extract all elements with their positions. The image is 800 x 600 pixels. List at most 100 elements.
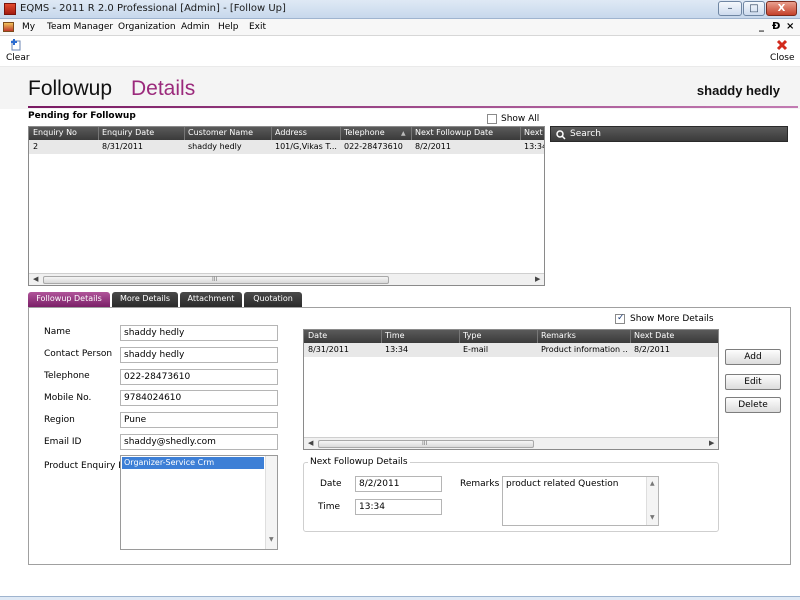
name-label: Name bbox=[44, 327, 71, 337]
region-label: Region bbox=[44, 415, 75, 425]
next-time-field[interactable]: 13:34 bbox=[355, 499, 442, 515]
add-button[interactable]: Add bbox=[725, 349, 781, 365]
col-remarks[interactable]: Remarks bbox=[541, 331, 576, 340]
next-date-field[interactable]: 8/2/2011 bbox=[355, 476, 442, 492]
mdi-close-button[interactable]: × bbox=[786, 21, 794, 32]
scroll-right-arrow-icon[interactable]: ▶ bbox=[535, 275, 540, 283]
col-address[interactable]: Address bbox=[275, 128, 307, 137]
pending-grid[interactable]: Enquiry No Enquiry Date Customer Name Ad… bbox=[28, 126, 545, 286]
scroll-grip-icon: III bbox=[422, 440, 428, 447]
cell-time: 13:34 bbox=[385, 345, 409, 354]
tab-quotation[interactable]: Quotation bbox=[244, 292, 302, 307]
remarks-text: product related Question bbox=[506, 479, 619, 489]
list-item[interactable]: Organizer-Service Crm bbox=[122, 457, 264, 469]
close-form-button[interactable]: Close bbox=[768, 38, 796, 66]
col-next-date[interactable]: Next Date bbox=[634, 331, 674, 340]
cell-next-date: 8/2/2011 bbox=[634, 345, 670, 354]
col-enquiry-no[interactable]: Enquiry No bbox=[33, 128, 77, 137]
window-bottom-border bbox=[0, 596, 800, 600]
name-field[interactable]: shaddy hedly bbox=[120, 325, 278, 341]
menu-organization[interactable]: Organization bbox=[118, 22, 176, 32]
close-window-button[interactable]: X bbox=[766, 1, 797, 16]
tab-followup-details[interactable]: Followup Details bbox=[28, 292, 110, 307]
telephone-field[interactable]: 022-28473610 bbox=[120, 369, 278, 385]
search-bar[interactable]: Search bbox=[550, 126, 788, 142]
pending-section-title: Pending for Followup bbox=[28, 111, 136, 121]
product-list-vscrollbar[interactable]: ▼ bbox=[265, 456, 277, 549]
col-next[interactable]: Next bbox=[524, 128, 543, 137]
mobile-field[interactable]: 9784024610 bbox=[120, 390, 278, 406]
title-bar: EQMS - 2011 R 2.0 Professional [Admin] -… bbox=[0, 0, 800, 19]
search-icon bbox=[556, 130, 566, 140]
pending-grid-hscrollbar[interactable]: ◀ III ▶ bbox=[29, 273, 544, 285]
col-enquiry-date[interactable]: Enquiry Date bbox=[102, 128, 154, 137]
remarks-textarea[interactable]: product related Question ▲ ▼ bbox=[502, 476, 659, 526]
cell-next-followup-date: 8/2/2011 bbox=[415, 142, 451, 151]
col-customer-name[interactable]: Customer Name bbox=[188, 128, 253, 137]
contact-person-field[interactable]: shaddy hedly bbox=[120, 347, 278, 363]
minimize-button[interactable]: – bbox=[718, 1, 742, 16]
delete-button[interactable]: Delete bbox=[725, 397, 781, 413]
mdi-minimize-button[interactable]: _ bbox=[759, 21, 764, 32]
menu-admin[interactable]: Admin bbox=[181, 22, 210, 32]
scroll-right-arrow-icon[interactable]: ▶ bbox=[709, 439, 714, 447]
cell-address: 101/G,Vikas T... bbox=[275, 142, 337, 151]
page-title-part1: Followup bbox=[28, 77, 113, 100]
mdi-child-icon[interactable] bbox=[3, 22, 14, 32]
show-all-checkbox[interactable] bbox=[487, 114, 497, 124]
remarks-label: Remarks bbox=[460, 479, 500, 489]
sort-ascending-icon: ▲ bbox=[401, 130, 406, 137]
col-next-followup-date[interactable]: Next Followup Date bbox=[415, 128, 493, 137]
scroll-up-arrow-icon[interactable]: ▲ bbox=[650, 480, 655, 487]
menu-my[interactable]: My bbox=[22, 22, 35, 32]
close-icon bbox=[776, 39, 788, 51]
show-more-details-checkbox[interactable] bbox=[615, 313, 625, 324]
next-date-label: Date bbox=[320, 479, 342, 489]
restore-button[interactable]: □ bbox=[743, 1, 765, 16]
window-title: EQMS - 2011 R 2.0 Professional [Admin] -… bbox=[20, 3, 286, 14]
region-field[interactable]: Pune bbox=[120, 412, 278, 428]
table-row[interactable]: 8/31/2011 13:34 E-mail Product informati… bbox=[304, 343, 718, 357]
contact-person-label: Contact Person bbox=[44, 349, 113, 359]
new-document-icon bbox=[11, 39, 21, 51]
next-followup-group-title: Next Followup Details bbox=[308, 457, 410, 467]
history-grid-hscrollbar[interactable]: ◀ III ▶ bbox=[304, 437, 718, 449]
history-hscroll-thumb[interactable]: III bbox=[318, 440, 534, 448]
tab-attachment[interactable]: Attachment bbox=[180, 292, 242, 307]
col-time[interactable]: Time bbox=[385, 331, 405, 340]
scroll-down-arrow-icon[interactable]: ▼ bbox=[269, 536, 274, 543]
mdi-restore-button[interactable]: Ɖ bbox=[772, 21, 780, 32]
menu-help[interactable]: Help bbox=[218, 22, 239, 32]
page-title-part2: Details bbox=[131, 77, 196, 100]
cell-date: 8/31/2011 bbox=[308, 345, 350, 354]
header-divider bbox=[28, 106, 798, 108]
edit-button[interactable]: Edit bbox=[725, 374, 781, 390]
scroll-down-arrow-icon[interactable]: ▼ bbox=[650, 514, 655, 521]
mobile-label: Mobile No. bbox=[44, 393, 92, 403]
col-type[interactable]: Type bbox=[463, 331, 481, 340]
followup-history-grid[interactable]: Date Time Type Remarks Next Date 8/31/20… bbox=[303, 329, 719, 450]
scroll-left-arrow-icon[interactable]: ◀ bbox=[308, 439, 313, 447]
show-all-label: Show All bbox=[501, 114, 540, 124]
scroll-left-arrow-icon[interactable]: ◀ bbox=[33, 275, 38, 283]
menu-team-manager[interactable]: Team Manager bbox=[47, 22, 113, 32]
email-field[interactable]: shaddy@shedly.com bbox=[120, 434, 278, 450]
pending-grid-header: Enquiry No Enquiry Date Customer Name Ad… bbox=[29, 127, 544, 140]
table-row[interactable]: 2 8/31/2011 shaddy hedly 101/G,Vikas T..… bbox=[29, 140, 544, 154]
cell-enquiry-date: 8/31/2011 bbox=[102, 142, 144, 151]
telephone-label: Telephone bbox=[44, 371, 90, 381]
scroll-grip-icon: III bbox=[212, 276, 218, 283]
pending-hscroll-thumb[interactable]: III bbox=[43, 276, 389, 284]
menu-exit[interactable]: Exit bbox=[249, 22, 266, 32]
close-label: Close bbox=[770, 53, 795, 63]
cell-type: E-mail bbox=[463, 345, 489, 354]
col-telephone[interactable]: Telephone bbox=[344, 128, 385, 137]
clear-button[interactable]: Clear bbox=[6, 38, 30, 66]
col-date[interactable]: Date bbox=[308, 331, 327, 340]
show-more-details-label: Show More Details bbox=[630, 314, 714, 324]
page-header bbox=[0, 67, 800, 109]
tab-more-details[interactable]: More Details bbox=[112, 292, 178, 307]
product-enquiry-list[interactable]: Organizer-Service Crm ▼ bbox=[120, 455, 278, 550]
current-customer-name: shaddy hedly bbox=[696, 83, 780, 98]
remarks-vscrollbar[interactable]: ▲ ▼ bbox=[646, 477, 658, 525]
